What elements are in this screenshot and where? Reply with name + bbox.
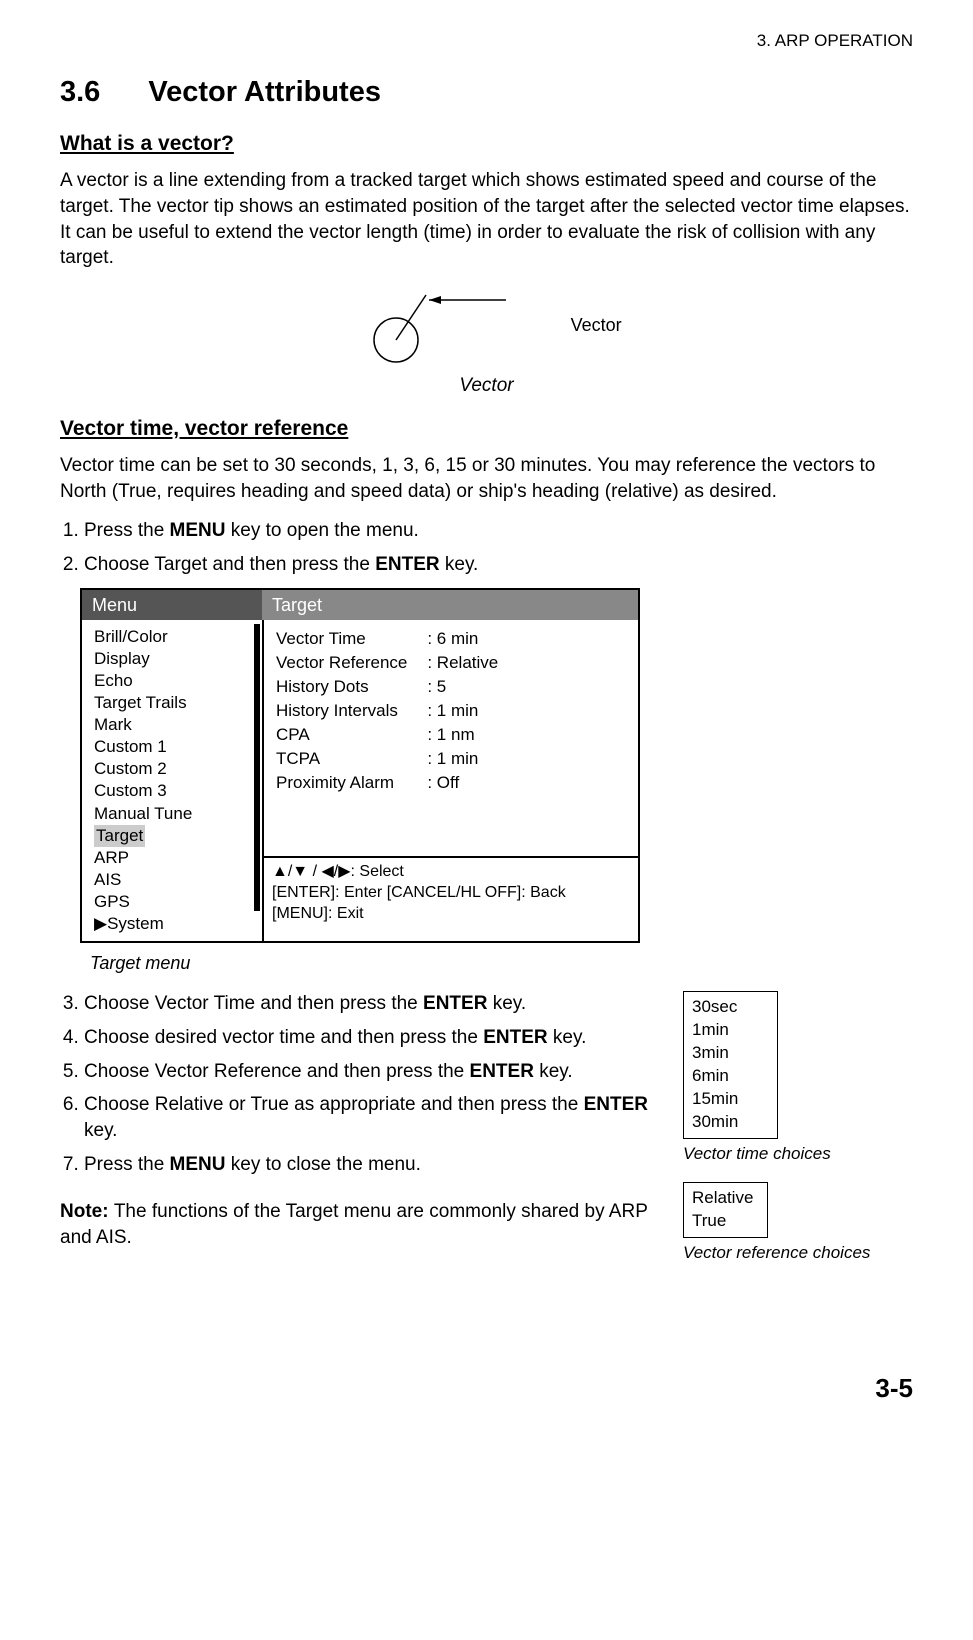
step-1: Press the MENU key to open the menu. bbox=[84, 518, 913, 544]
target-menu-box: Menu Target Brill/ColorDisplayEchoTarget… bbox=[80, 588, 640, 944]
step-7: Press the MENU key to close the menu. bbox=[84, 1152, 663, 1178]
menu-left-item[interactable]: Custom 2 bbox=[94, 758, 258, 780]
menu-left-item[interactable]: Target bbox=[94, 825, 258, 847]
page-number: 3-5 bbox=[60, 1371, 913, 1406]
popup-option[interactable]: 6min bbox=[692, 1065, 769, 1088]
vector-inline-label: Vector bbox=[571, 313, 622, 337]
menu-right-column: Vector Time: 6 minVector Reference: Rela… bbox=[262, 620, 638, 941]
note-label: Note: bbox=[60, 1201, 114, 1222]
menu-scrollbar[interactable] bbox=[254, 624, 260, 911]
setting-value: : 1 min bbox=[427, 748, 498, 770]
chapter-header: 3. ARP OPERATION bbox=[60, 30, 913, 53]
setting-value: : Off bbox=[427, 772, 498, 794]
menu-hints: ▲/▼ / ◀/▶: Select [ENTER]: Enter [CANCEL… bbox=[264, 856, 638, 928]
menu-setting-row[interactable]: Vector Reference: Relative bbox=[276, 652, 498, 674]
section-number: 3.6 bbox=[60, 73, 100, 112]
menu-left-item[interactable]: Echo bbox=[94, 670, 258, 692]
subheading-what-is-vector: What is a vector? bbox=[60, 130, 913, 158]
popup-option[interactable]: 1min bbox=[692, 1019, 769, 1042]
menu-setting-row[interactable]: History Intervals: 1 min bbox=[276, 700, 498, 722]
menu-header-menu: Menu bbox=[82, 590, 262, 620]
step-3: Choose Vector Time and then press the EN… bbox=[84, 991, 663, 1017]
setting-label: History Dots bbox=[276, 676, 425, 698]
menu-left-item[interactable]: Manual Tune bbox=[94, 803, 258, 825]
menu-left-item[interactable]: Target Trails bbox=[94, 692, 258, 714]
menu-hint-select: ▲/▼ / ◀/▶: Select bbox=[272, 862, 630, 883]
menu-left-item[interactable]: GPS bbox=[94, 891, 258, 913]
vector-time-popup: 30sec1min3min6min15min30min bbox=[683, 991, 778, 1139]
menu-setting-row[interactable]: Proximity Alarm: Off bbox=[276, 772, 498, 794]
setting-label: TCPA bbox=[276, 748, 425, 770]
menu-left-item[interactable]: Brill/Color bbox=[94, 626, 258, 648]
step-2: Choose Target and then press the ENTER k… bbox=[84, 552, 913, 578]
vector-figure: Vector bbox=[60, 285, 913, 365]
figure-caption-vector: Vector bbox=[60, 373, 913, 399]
right-triangle-icon: ▶ bbox=[94, 914, 107, 933]
menu-header-target: Target bbox=[262, 590, 638, 620]
menu-hint-exit: [MENU]: Exit bbox=[272, 904, 630, 925]
menu-caption: Target menu bbox=[90, 951, 913, 975]
menu-left-item[interactable]: AIS bbox=[94, 869, 258, 891]
setting-label: CPA bbox=[276, 724, 425, 746]
paragraph-vector-def: A vector is a line extending from a trac… bbox=[60, 168, 913, 271]
popup-option[interactable]: Relative bbox=[692, 1187, 759, 1210]
menu-setting-row[interactable]: History Dots: 5 bbox=[276, 676, 498, 698]
menu-setting-row[interactable]: Vector Time: 6 min bbox=[276, 628, 498, 650]
step-4: Choose desired vector time and then pres… bbox=[84, 1025, 663, 1051]
menu-left-item[interactable]: ARP bbox=[94, 847, 258, 869]
setting-value: : 1 nm bbox=[427, 724, 498, 746]
step-5: Choose Vector Reference and then press t… bbox=[84, 1059, 663, 1085]
section-title-text: Vector Attributes bbox=[148, 76, 381, 108]
setting-label: History Intervals bbox=[276, 700, 425, 722]
note-paragraph: Note: The functions of the Target menu a… bbox=[60, 1199, 663, 1250]
subheading-vector-time-ref: Vector time, vector reference bbox=[60, 415, 913, 443]
setting-value: : 5 bbox=[427, 676, 498, 698]
section-title: 3.6 Vector Attributes bbox=[60, 73, 913, 112]
menu-settings-list: Vector Time: 6 minVector Reference: Rela… bbox=[264, 620, 638, 857]
setting-label: Vector Time bbox=[276, 628, 425, 650]
popup-option[interactable]: 30min bbox=[692, 1111, 769, 1134]
vector-time-popup-caption: Vector time choices bbox=[683, 1143, 913, 1166]
menu-left-item[interactable]: Custom 3 bbox=[94, 780, 258, 802]
menu-left-column: Brill/ColorDisplayEchoTarget TrailsMarkC… bbox=[82, 620, 262, 941]
note-text: The functions of the Target menu are com… bbox=[60, 1201, 648, 1248]
popup-option[interactable]: 30sec bbox=[692, 996, 769, 1019]
menu-setting-row[interactable]: TCPA: 1 min bbox=[276, 748, 498, 770]
setting-value: : 1 min bbox=[427, 700, 498, 722]
popup-option[interactable]: 3min bbox=[692, 1042, 769, 1065]
menu-setting-row[interactable]: CPA: 1 nm bbox=[276, 724, 498, 746]
vector-ref-popup-caption: Vector reference choices bbox=[683, 1242, 913, 1265]
setting-label: Proximity Alarm bbox=[276, 772, 425, 794]
setting-value: : Relative bbox=[427, 652, 498, 674]
setting-value: : 6 min bbox=[427, 628, 498, 650]
menu-left-item[interactable]: ▶System bbox=[94, 913, 258, 935]
menu-hint-enter-back: [ENTER]: Enter [CANCEL/HL OFF]: Back bbox=[272, 883, 630, 904]
vector-ref-popup: RelativeTrue bbox=[683, 1182, 768, 1238]
popup-option[interactable]: True bbox=[692, 1210, 759, 1233]
menu-left-item[interactable]: Mark bbox=[94, 714, 258, 736]
popup-option[interactable]: 15min bbox=[692, 1088, 769, 1111]
menu-left-item[interactable]: Custom 1 bbox=[94, 736, 258, 758]
step-6: Choose Relative or True as appropriate a… bbox=[84, 1092, 663, 1143]
paragraph-vector-time-intro: Vector time can be set to 30 seconds, 1,… bbox=[60, 453, 913, 504]
setting-label: Vector Reference bbox=[276, 652, 425, 674]
menu-left-item[interactable]: Display bbox=[94, 648, 258, 670]
